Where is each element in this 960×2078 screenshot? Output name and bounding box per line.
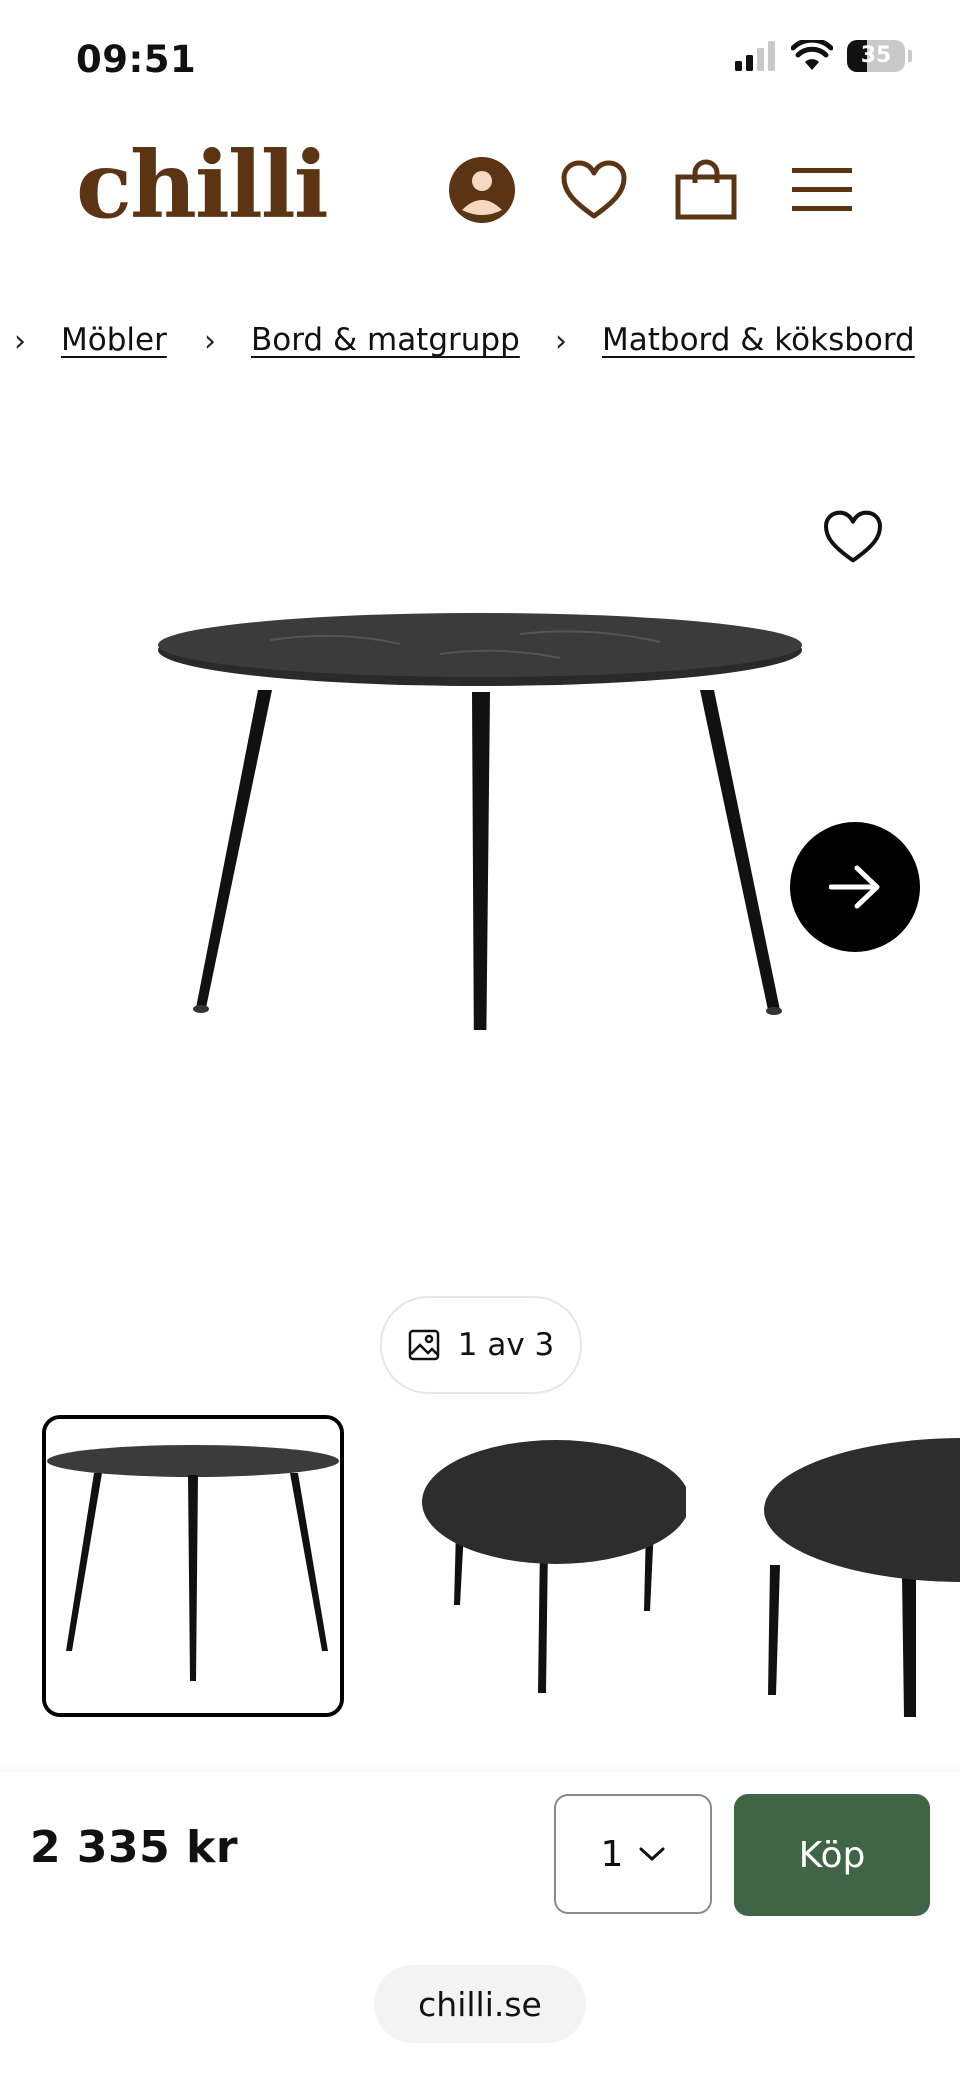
product-gallery (0, 460, 960, 1240)
thumbnail-1[interactable] (42, 1415, 344, 1717)
product-price: 2 335 kr (30, 1822, 239, 1873)
bag-icon (675, 159, 737, 220)
status-bar: 09:51 35 (0, 0, 960, 110)
breadcrumb-bord-matgrupp[interactable]: Bord & matgrupp (251, 322, 520, 358)
quantity-value: 1 (600, 1833, 624, 1875)
arrow-right-icon (829, 865, 880, 909)
menu-button[interactable] (782, 150, 862, 230)
cart-button[interactable] (666, 150, 746, 230)
quantity-select[interactable]: 1 (554, 1794, 712, 1914)
breadcrumb-separator: › (14, 324, 26, 359)
battery-icon: 35 (847, 40, 905, 72)
wifi-icon (791, 40, 833, 70)
thumbnail-image (764, 1415, 960, 1717)
battery-level: 35 (860, 43, 892, 68)
image-icon (408, 1329, 439, 1361)
battery-tip (908, 50, 912, 62)
thumbnail-image (384, 1415, 686, 1717)
menu-icon (792, 168, 852, 211)
next-image-button[interactable] (790, 822, 920, 952)
account-button[interactable] (442, 150, 522, 230)
chilli-logo[interactable]: chilli (76, 130, 329, 240)
thumbnail-image (46, 1419, 340, 1713)
chevron-down-icon (639, 1847, 665, 1861)
thumbnail-2[interactable] (384, 1415, 686, 1717)
wishlist-button[interactable] (554, 150, 634, 230)
thumbnail-strip (0, 1415, 960, 1721)
breadcrumb-separator: › (555, 324, 567, 359)
heart-icon (823, 510, 883, 563)
image-counter: 1 av 3 (380, 1296, 582, 1394)
status-time: 09:51 (76, 38, 197, 81)
image-counter-text: 1 av 3 (457, 1327, 555, 1363)
breadcrumb-mobler[interactable]: Möbler (61, 322, 167, 358)
breadcrumb-separator: › (204, 324, 216, 359)
signal-icon (735, 41, 775, 71)
product-image[interactable] (140, 610, 820, 1030)
add-to-wishlist-button[interactable] (816, 500, 890, 574)
breadcrumb-matbord-koksbord[interactable]: Matbord & köksbord (602, 322, 915, 358)
status-icons: 35 (735, 40, 912, 72)
heart-icon (561, 160, 627, 219)
account-icon (449, 157, 515, 223)
thumbnail-3[interactable] (764, 1415, 960, 1717)
buy-button[interactable]: Köp (734, 1794, 930, 1916)
browser-url-bar[interactable]: chilli.se (374, 1965, 586, 2043)
breadcrumb: › Möbler › Bord & matgrupp › Matbord & k… (0, 318, 960, 374)
site-header: chilli (0, 120, 960, 260)
